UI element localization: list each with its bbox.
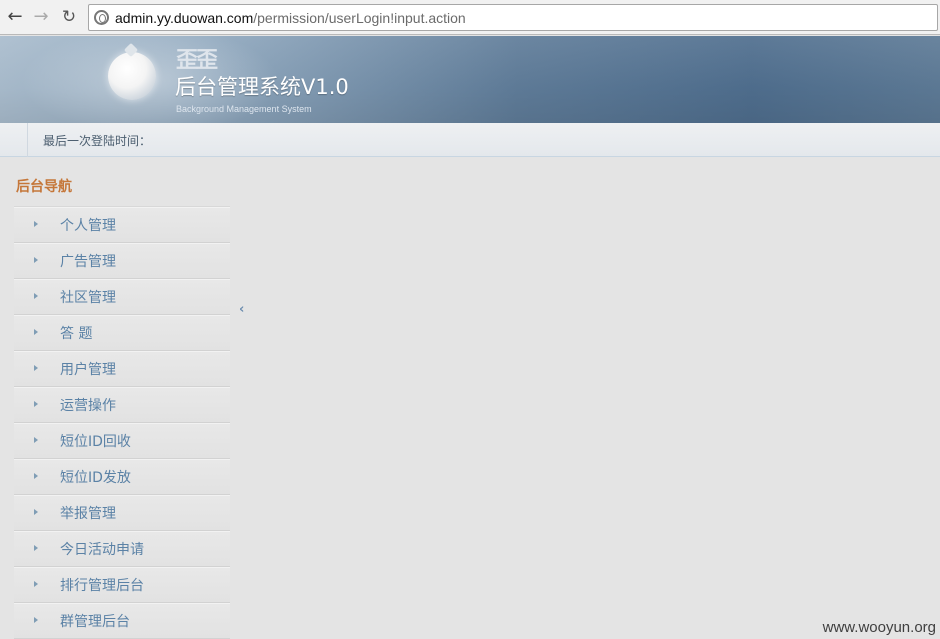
sidebar-item-ranking[interactable]: 排行管理后台 xyxy=(14,567,230,603)
sidebar-item-label: 短位ID发放 xyxy=(60,470,131,486)
logo-icon xyxy=(108,52,156,100)
bullet-icon xyxy=(34,329,38,335)
login-info-bar: 最后一次登陆时间： xyxy=(0,123,940,157)
system-subtitle: Background Management System xyxy=(176,104,312,114)
sidebar-item-users[interactable]: 用户管理 xyxy=(14,351,230,387)
sidebar-title: 后台导航 xyxy=(16,179,72,195)
bullet-icon xyxy=(34,437,38,443)
bullet-icon xyxy=(34,221,38,227)
sidebar-item-label: 用户管理 xyxy=(60,362,116,378)
bullet-icon xyxy=(34,545,38,551)
sidebar-item-label: 排行管理后台 xyxy=(60,578,144,594)
sidebar-item-group-admin[interactable]: 群管理后台 xyxy=(14,603,230,639)
sidebar-item-label: 个人管理 xyxy=(60,218,116,234)
sidebar-item-personal[interactable]: 个人管理 xyxy=(14,207,230,243)
header-banner: 歪歪 后台管理系统V1.0 Background Management Syst… xyxy=(0,36,940,123)
sidebar-item-label: 群管理后台 xyxy=(60,614,130,630)
bullet-icon xyxy=(34,293,38,299)
sidebar-item-ads[interactable]: 广告管理 xyxy=(14,243,230,279)
bullet-icon xyxy=(34,365,38,371)
last-login-label: 最后一次登陆时间： xyxy=(43,134,152,148)
sidebar-item-activity-apply[interactable]: 今日活动申请 xyxy=(14,531,230,567)
sidebar-item-label: 短位ID回收 xyxy=(60,434,131,450)
bullet-icon xyxy=(34,509,38,515)
bullet-icon xyxy=(34,617,38,623)
strip-divider xyxy=(27,123,28,157)
system-title: 后台管理系统V1.0 xyxy=(175,75,349,99)
bullet-icon xyxy=(34,401,38,407)
sidebar-item-label: 举报管理 xyxy=(60,506,116,522)
browser-toolbar: ← → ↻ admin.yy.duowan.com/permission/use… xyxy=(0,0,940,35)
back-button[interactable]: ← xyxy=(4,6,26,28)
url-path: /permission/userLogin!input.action xyxy=(253,10,466,26)
bullet-icon xyxy=(34,257,38,263)
forward-button[interactable]: → xyxy=(30,6,52,28)
sidebar-item-label: 答 题 xyxy=(60,326,93,342)
sidebar-item-label: 运营操作 xyxy=(60,398,116,414)
sidebar-item-label: 社区管理 xyxy=(60,290,116,306)
bullet-icon xyxy=(34,581,38,587)
sidebar-nav: 个人管理 广告管理 社区管理 答 题 用户管理 运营操作 短位ID回收 短位ID… xyxy=(14,206,230,639)
bullet-icon xyxy=(34,473,38,479)
sidebar-item-shortid-recycle[interactable]: 短位ID回收 xyxy=(14,423,230,459)
url-text: admin.yy.duowan.com/permission/userLogin… xyxy=(115,9,466,27)
globe-icon xyxy=(94,10,109,25)
collapse-sidebar-icon[interactable]: ‹ xyxy=(239,303,249,317)
reload-button[interactable]: ↻ xyxy=(58,6,80,28)
url-host: admin.yy.duowan.com xyxy=(115,10,254,26)
sidebar-item-community[interactable]: 社区管理 xyxy=(14,279,230,315)
watermark: www.wooyun.org xyxy=(822,619,936,636)
sidebar-item-operations[interactable]: 运营操作 xyxy=(14,387,230,423)
address-bar[interactable]: admin.yy.duowan.com/permission/userLogin… xyxy=(88,4,938,31)
sidebar-item-label: 今日活动申请 xyxy=(60,542,144,558)
sidebar-item-reports[interactable]: 举报管理 xyxy=(14,495,230,531)
logo-mark: 歪歪 xyxy=(176,47,218,73)
sidebar-item-shortid-issue[interactable]: 短位ID发放 xyxy=(14,459,230,495)
sidebar-item-label: 广告管理 xyxy=(60,254,116,270)
sidebar-item-quiz[interactable]: 答 题 xyxy=(14,315,230,351)
